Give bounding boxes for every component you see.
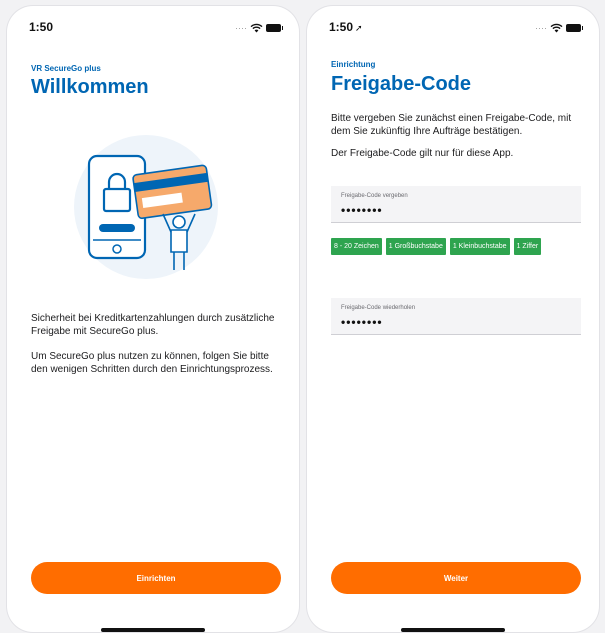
requirement-chip: 1 Großbuchstabe <box>385 238 446 255</box>
requirement-chip: 1 Kleinbuchstabe <box>449 238 510 255</box>
instruction-paragraph-1: Bitte vergeben Sie zunächst einen Freiga… <box>331 113 572 137</box>
home-indicator <box>401 628 505 632</box>
passcode-field[interactable]: Freigabe-Code vergeben •••••••• <box>331 186 581 223</box>
signal-dots-icon: ···· <box>235 23 247 33</box>
instruction-paragraph-2: Der Freigabe-Code gilt nur für diese App… <box>331 148 514 159</box>
status-time: 1:50 <box>29 20 54 34</box>
wifi-icon <box>550 23 563 33</box>
welcome-screen: 1:50 ···· VR SecureGo plus Willkommen Si… <box>7 6 299 632</box>
requirement-chip: 8 - 20 Zeichen <box>331 238 382 255</box>
status-time-value: 1:50 <box>329 20 354 34</box>
page-title: Willkommen <box>31 76 149 98</box>
battery-icon <box>566 24 583 32</box>
home-indicator <box>101 628 205 632</box>
status-time: 1:50 ➚ <box>329 20 363 34</box>
instruction-text: Bitte vergeben Sie zunächst einen Freiga… <box>331 112 581 160</box>
signal-dots-icon: ···· <box>535 23 547 33</box>
passcode-repeat-field-label: Freigabe-Code wiederholen <box>341 305 416 311</box>
battery-icon <box>266 24 283 32</box>
intro-paragraph-2: Um SecureGo plus nutzen zu können, folge… <box>31 351 273 375</box>
page-title: Freigabe-Code <box>331 73 472 95</box>
requirement-chip: 1 Ziffer <box>513 238 542 255</box>
location-arrow-icon: ➚ <box>355 23 363 33</box>
setup-button[interactable]: Einrichten <box>31 562 281 594</box>
security-illustration <box>74 135 218 279</box>
passcode-field-value: •••••••• <box>341 203 383 217</box>
passcode-repeat-field[interactable]: Freigabe-Code wiederholen •••••••• <box>331 298 581 335</box>
intro-text: Sicherheit bei Kreditkartenzahlungen dur… <box>31 312 281 376</box>
passcode-requirements: 8 - 20 Zeichen 1 Großbuchstabe 1 Kleinbu… <box>331 238 581 255</box>
passcode-field-label: Freigabe-Code vergeben <box>341 193 408 199</box>
passcode-repeat-field-value: •••••••• <box>341 315 383 329</box>
continue-button[interactable]: Weiter <box>331 562 581 594</box>
wifi-icon <box>250 23 263 33</box>
status-icons: ···· <box>535 23 583 33</box>
status-bar: 1:50 ➚ ···· <box>307 20 599 36</box>
passcode-screen: 1:50 ➚ ···· Einrichtung Freigabe-Code Bit… <box>307 6 599 632</box>
eyebrow-label: Einrichtung <box>331 60 376 69</box>
eyebrow-label: VR SecureGo plus <box>31 64 101 73</box>
status-icons: ···· <box>235 23 283 33</box>
intro-paragraph-1: Sicherheit bei Kreditkartenzahlungen dur… <box>31 313 275 337</box>
status-bar: 1:50 ···· <box>7 20 299 36</box>
